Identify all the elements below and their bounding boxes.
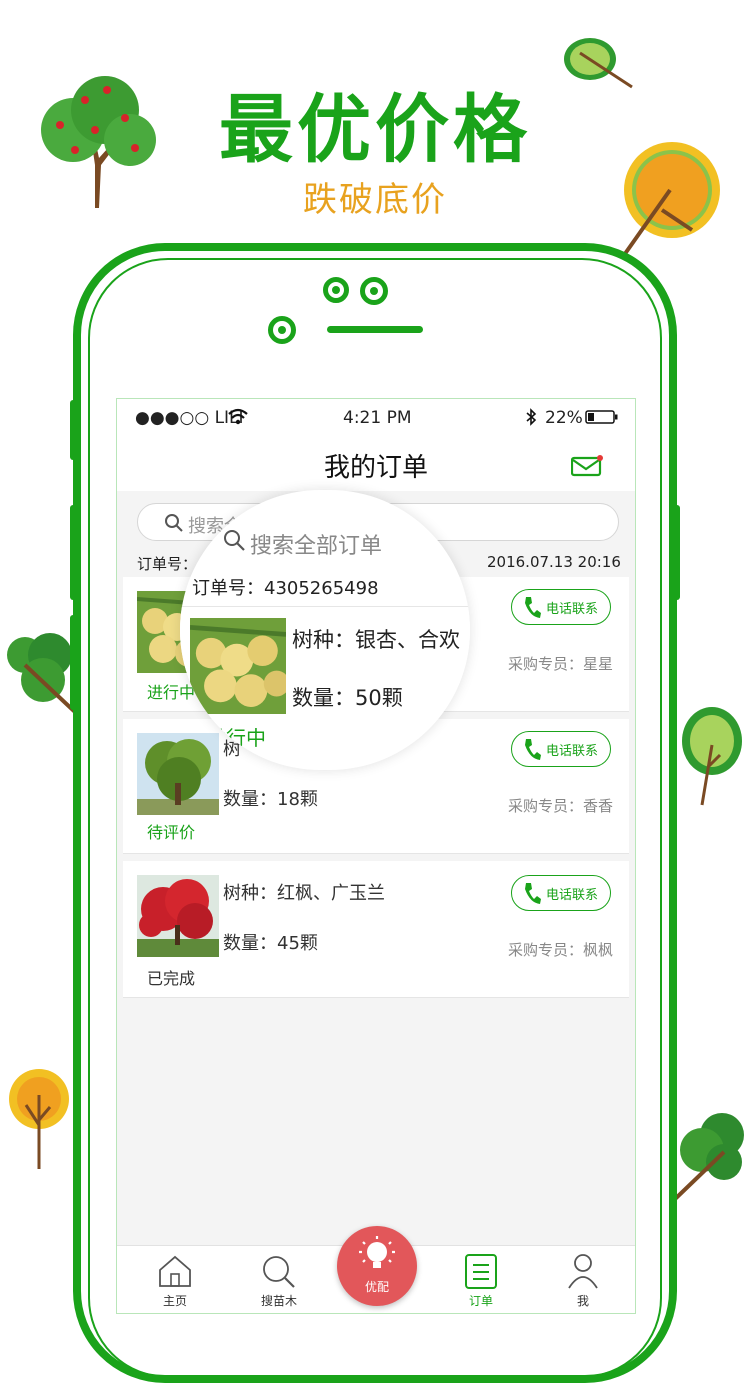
- phone-side-button: [674, 505, 680, 600]
- status-time: 4:21 PM: [343, 408, 412, 428]
- promo-subline: 跌破底价: [303, 180, 447, 220]
- wifi-icon: [228, 408, 248, 425]
- phone-camera: [323, 277, 349, 303]
- red-maple-photo: [137, 875, 219, 957]
- phone-side-button: [70, 615, 76, 710]
- order-status: 待评价: [147, 823, 196, 842]
- tab-me[interactable]: 我: [543, 1246, 623, 1313]
- page-title: 我的订单: [323, 453, 428, 483]
- call-button-label: 电话联系: [546, 888, 599, 903]
- status-bar: ●●●○○ LILI 4:21 PM 22%: [117, 399, 635, 437]
- call-button[interactable]: 电话联系: [511, 875, 611, 911]
- tab-home[interactable]: 主页: [135, 1246, 215, 1313]
- tab-match-button[interactable]: 优配: [337, 1226, 417, 1306]
- tree-decoration: [682, 707, 742, 806]
- phone-speaker: [327, 326, 423, 333]
- tab-label: 优配: [364, 1280, 389, 1294]
- promo-headline: 最优价格: [219, 87, 531, 173]
- user-icon: [568, 1254, 598, 1289]
- order-datetime: 2016.07.13 20:16: [487, 553, 621, 571]
- phone-icon: [525, 597, 541, 618]
- call-button-label: 电话联系: [546, 602, 599, 617]
- search-icon: [224, 530, 245, 551]
- order-card[interactable]: 树种：红枫、广玉兰 数量：45颗 已完成 电话联系 采购专员：枫枫: [123, 861, 629, 998]
- purchasing-agent: 采购专员：枫枫: [507, 941, 613, 959]
- magnified-quantity: 数量：50颗: [292, 686, 403, 710]
- magnifier-overlay: 搜索全部订单 订单号：4305265498 树种：银杏、合欢 数量：50颗 进行…: [180, 490, 470, 770]
- tab-search-seedlings[interactable]: 搜苗木: [239, 1246, 319, 1313]
- tree-decoration: [9, 1069, 69, 1169]
- call-button[interactable]: 电话联系: [511, 731, 611, 767]
- magnified-search-text: 搜索全部订单: [250, 534, 383, 559]
- mail-icon[interactable]: [571, 455, 603, 477]
- magnified-species: 树种：银杏、合欢: [292, 628, 460, 652]
- home-icon: [159, 1255, 191, 1287]
- phone-sensor: [268, 316, 296, 344]
- bluetooth-icon: [526, 408, 537, 426]
- call-button-label: 电话联系: [546, 744, 599, 759]
- search-icon: [263, 1256, 295, 1288]
- tab-bar: 主页 搜苗木 优配 订单 我: [117, 1226, 635, 1313]
- tree-quantity: 数量：45颗: [223, 933, 318, 954]
- tab-label: 我: [576, 1294, 589, 1308]
- phone-icon: [525, 883, 541, 904]
- tree-quantity: 数量：18颗: [223, 789, 318, 810]
- magnified-status: 进行中: [206, 726, 266, 750]
- nav-bar: 我的订单: [117, 437, 635, 491]
- tab-label: 订单: [468, 1294, 493, 1308]
- tree-decoration: [672, 1113, 744, 1202]
- tree-decoration: [7, 633, 77, 714]
- purchasing-agent: 采购专员：香香: [507, 797, 613, 815]
- ginkgo-fruit-photo: [190, 618, 286, 714]
- call-button[interactable]: 电话联系: [511, 589, 611, 625]
- tab-label: 搜苗木: [260, 1294, 297, 1308]
- tab-label: 主页: [162, 1294, 187, 1308]
- tab-orders[interactable]: 订单: [441, 1246, 521, 1313]
- phone-icon: [525, 739, 541, 760]
- order-list-icon: [465, 1254, 497, 1289]
- order-status: 已完成: [147, 969, 196, 988]
- battery-icon: [585, 410, 618, 424]
- magnified-order-number: 订单号：4305265498: [192, 578, 379, 599]
- search-icon: [165, 514, 183, 532]
- phone-side-button: [70, 400, 76, 460]
- battery-percent: 22%: [545, 408, 583, 428]
- phone-side-button: [70, 505, 76, 600]
- phone-camera: [360, 277, 388, 305]
- tree-species: 树种：红枫、广玉兰: [223, 883, 385, 904]
- purchasing-agent: 采购专员：星星: [507, 655, 613, 673]
- lightbulb-icon: [359, 1236, 395, 1268]
